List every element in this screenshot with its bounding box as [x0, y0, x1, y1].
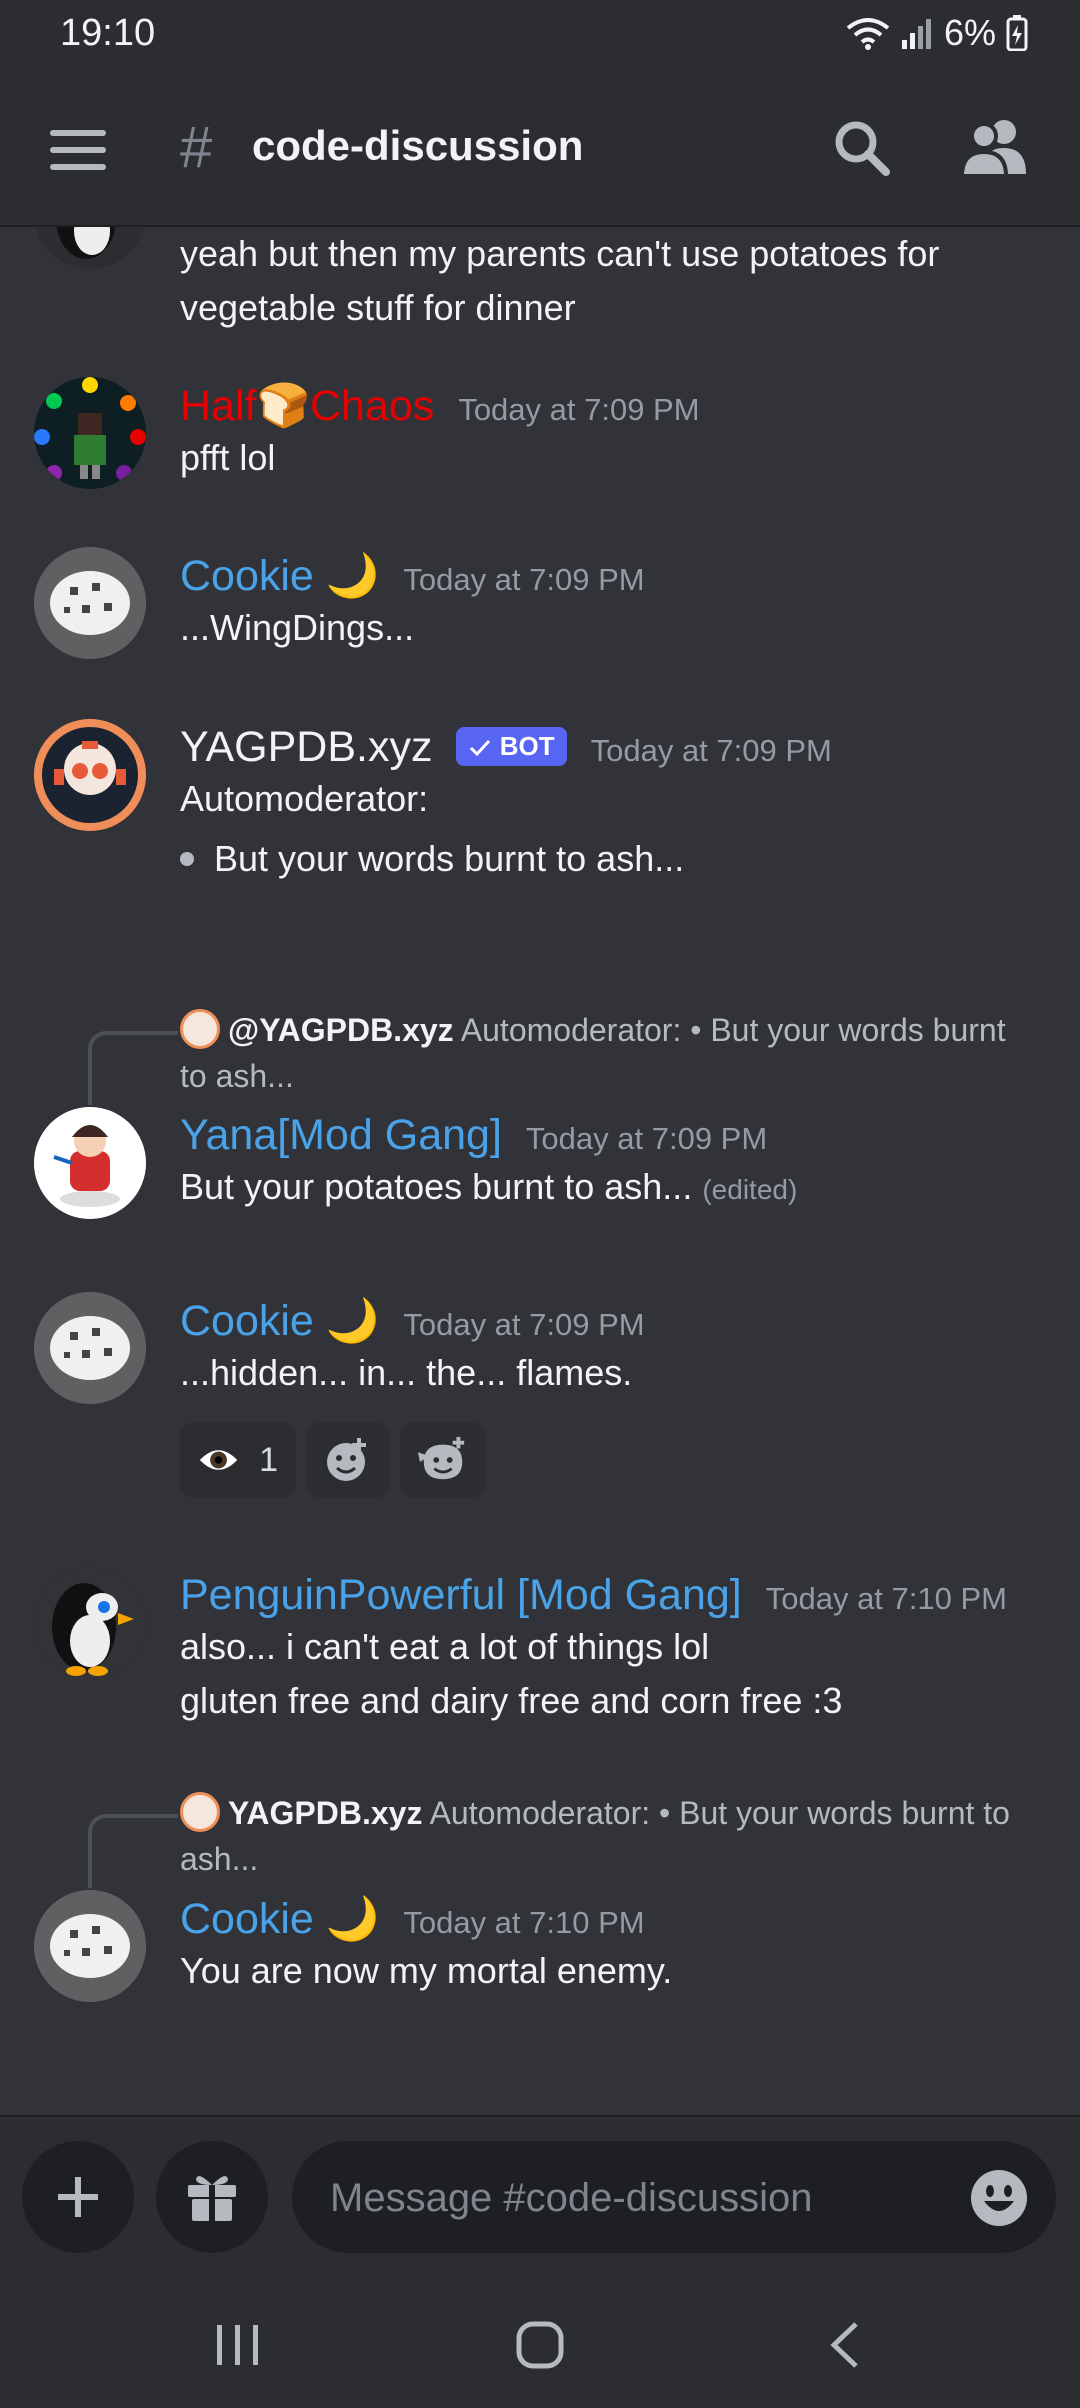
avatar-cookie[interactable]	[34, 547, 146, 659]
search-icon[interactable]	[832, 118, 892, 178]
message-text: You are now my mortal enemy.	[180, 1950, 673, 1991]
home-icon	[516, 2321, 564, 2369]
recent-apps-icon	[217, 2325, 258, 2365]
status-time: 19:10	[60, 12, 156, 54]
add-reaction-icon	[327, 1438, 366, 1481]
avatar-halfchaos[interactable]	[34, 377, 146, 489]
message-text: gluten free and dairy free and corn free…	[180, 1680, 843, 1721]
add-super-reaction-button[interactable]	[400, 1422, 486, 1498]
username[interactable]: PenguinPowerful [Mod Gang]	[180, 1571, 742, 1620]
bot-tag: BOT	[456, 727, 567, 766]
message-text: vegetable stuff for dinner	[180, 287, 576, 328]
status-icons: 6%	[846, 12, 1028, 54]
edited-label: (edited)	[702, 1174, 798, 1205]
status-bar: 19:10 6%	[0, 0, 1080, 70]
message-input-pill	[292, 2141, 1056, 2255]
reply-avatar	[180, 1008, 220, 1049]
signal-icon	[901, 19, 931, 49]
battery-percent: 6%	[943, 12, 996, 53]
members-icon[interactable]	[960, 116, 1030, 180]
message-input[interactable]	[328, 2141, 932, 2255]
reply-connector	[88, 1814, 178, 1888]
timestamp: Today at 7:10 PM	[403, 1905, 645, 1940]
reply-preview[interactable]: @YAGPDB.xyz Automoderator: • But your wo…	[180, 1007, 1040, 1099]
super-reaction-icon	[418, 1436, 465, 1480]
message-text: But your potatoes burnt to ash... (edite…	[180, 1160, 1050, 1217]
hamburger-menu-icon[interactable]	[50, 130, 106, 170]
reaction-bar: 1	[180, 1422, 1050, 1498]
message-text: ...hidden... in... the... flames.	[180, 1352, 633, 1393]
avatar-yagpdb[interactable]	[34, 719, 146, 831]
reply-connector	[88, 1031, 178, 1105]
timestamp: Today at 7:09 PM	[403, 562, 645, 597]
bot-tag-label: BOT	[499, 731, 555, 761]
message-list[interactable]: yeah but then my parents can't use potat…	[0, 227, 1080, 2115]
system-nav-bar	[0, 2275, 1080, 2408]
bullet-text: But your words burnt to ash...	[214, 838, 685, 879]
timestamp: Today at 7:09 PM	[403, 1307, 645, 1342]
username[interactable]: Half🍞Chaos	[180, 381, 434, 431]
gift-button[interactable]	[156, 2141, 268, 2253]
avatar-cookie[interactable]	[34, 1292, 146, 1404]
add-reaction-button[interactable]	[306, 1422, 390, 1498]
channel-hash-icon: #	[180, 115, 213, 180]
home-button[interactable]	[500, 2305, 580, 2385]
reply-avatar	[180, 1791, 220, 1832]
recent-apps-button[interactable]	[198, 2305, 278, 2385]
channel-header: # code-discussion	[0, 70, 1080, 227]
username[interactable]: Cookie 🌙	[180, 1296, 379, 1346]
message-text: pfft lol	[180, 437, 276, 478]
message-text: ...WingDings...	[180, 607, 415, 648]
battery-icon	[1006, 15, 1028, 51]
message-composer	[0, 2115, 1080, 2277]
username[interactable]: YAGPDB.xyz	[180, 723, 432, 772]
username[interactable]: Yana[Mod Gang]	[180, 1111, 502, 1160]
plus-icon	[58, 2177, 98, 2217]
message-text: yeah but then my parents can't use potat…	[180, 233, 940, 274]
gift-icon	[188, 2176, 236, 2221]
bullet-dot	[180, 852, 194, 866]
back-icon	[830, 2322, 858, 2368]
wifi-icon	[846, 18, 890, 50]
reply-author[interactable]: @YAGPDB.xyz	[228, 1012, 454, 1048]
reaction-eye[interactable]: 1	[180, 1422, 296, 1498]
reply-author[interactable]: YAGPDB.xyz	[228, 1795, 422, 1831]
message-text: also... i can't eat a lot of things lol	[180, 1626, 710, 1667]
reply-preview[interactable]: YAGPDB.xyz Automoderator: • But your wor…	[180, 1790, 1040, 1882]
timestamp: Today at 7:09 PM	[525, 1121, 768, 1156]
bullet-item: But your words burnt to ash...	[180, 832, 1050, 886]
check-icon	[470, 740, 491, 757]
timestamp: Today at 7:10 PM	[765, 1581, 1007, 1616]
avatar-penguin[interactable]	[34, 227, 146, 269]
back-button[interactable]	[804, 2305, 884, 2385]
username[interactable]: Cookie 🌙	[180, 1894, 379, 1944]
message-text-body: But your potatoes burnt to ash...	[180, 1166, 693, 1207]
channel-title[interactable]: code-discussion	[252, 122, 583, 170]
attach-button[interactable]	[22, 2141, 134, 2253]
reaction-count: 1	[259, 1440, 278, 1479]
avatar-yana[interactable]	[34, 1107, 146, 1219]
avatar-cookie[interactable]	[34, 1890, 146, 2002]
avatar-penguin[interactable]	[34, 1567, 146, 1679]
timestamp: Today at 7:09 PM	[458, 392, 700, 427]
emoji-icon[interactable]	[970, 2169, 1028, 2227]
message-text: Automoderator:	[180, 778, 429, 819]
timestamp: Today at 7:09 PM	[590, 733, 832, 768]
eye-icon	[199, 1450, 238, 1470]
username[interactable]: Cookie 🌙	[180, 551, 379, 601]
